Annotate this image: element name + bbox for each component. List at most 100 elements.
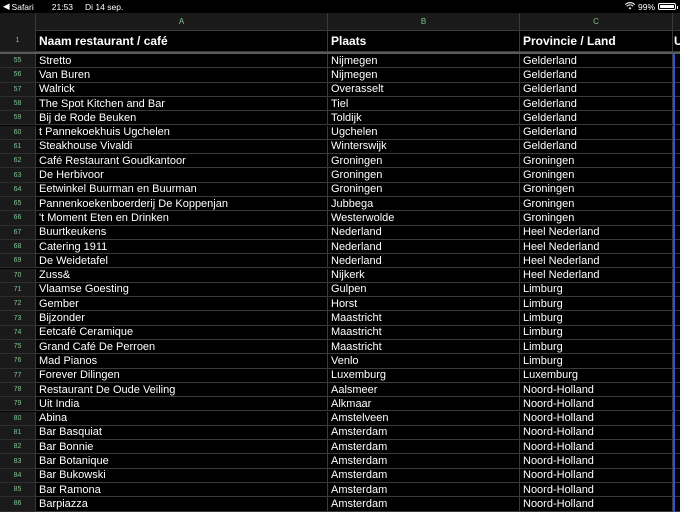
row-number[interactable]: 63 (0, 168, 36, 183)
header-cell-province[interactable]: Provincie / Land (520, 30, 673, 52)
cell-name[interactable]: Eetcafé Ceramique (36, 325, 328, 340)
cell-place[interactable]: Nijmegen (328, 68, 520, 83)
cell-province[interactable]: Limburg (520, 354, 673, 369)
cell-place[interactable]: Gulpen (328, 282, 520, 298)
cell-name[interactable]: Walrick (36, 82, 328, 97)
cell-place[interactable]: Amsterdam (328, 454, 520, 469)
row-number[interactable]: 71 (0, 282, 36, 298)
row-number[interactable]: 72 (0, 297, 36, 312)
row-number[interactable]: 1 (0, 30, 36, 52)
cell-name[interactable]: Stretto (36, 54, 328, 69)
cell-province[interactable]: Groningen (520, 168, 673, 183)
row-number[interactable]: 69 (0, 254, 36, 269)
cell-name[interactable]: Eetwinkel Buurman en Buurman (36, 182, 328, 197)
row-number[interactable]: 60 (0, 125, 36, 140)
row-number[interactable]: 66 (0, 211, 36, 226)
cell-name[interactable]: Gember (36, 297, 328, 312)
cell-province[interactable]: Noord-Holland (520, 497, 673, 512)
cell-place[interactable]: Groningen (328, 182, 520, 197)
cell-province[interactable]: Noord-Holland (520, 440, 673, 455)
cell-name[interactable]: Bar Bukowski (36, 468, 328, 483)
cell-name[interactable]: Zuss& (36, 268, 328, 283)
cell-province[interactable]: Gelderland (520, 82, 673, 97)
cell-province[interactable]: Noord-Holland (520, 454, 673, 469)
back-to-safari[interactable]: ◀ Safari (3, 1, 34, 12)
column-header-a[interactable]: A (36, 13, 328, 30)
cell-place[interactable]: Nijkerk (328, 268, 520, 283)
row-number[interactable]: 59 (0, 111, 36, 126)
cell-province[interactable]: Gelderland (520, 68, 673, 83)
row-number[interactable]: 79 (0, 397, 36, 412)
cell-place[interactable]: Nederland (328, 254, 520, 269)
row-number[interactable]: 78 (0, 382, 36, 398)
cell-place[interactable]: Amsterdam (328, 468, 520, 483)
cell-province[interactable]: Groningen (520, 211, 673, 226)
cell-province[interactable]: Groningen (520, 182, 673, 197)
cell-province[interactable]: Gelderland (520, 139, 673, 155)
cell-place[interactable]: Venlo (328, 354, 520, 369)
cell-place[interactable]: Alkmaar (328, 397, 520, 412)
cell-province[interactable]: Gelderland (520, 125, 673, 140)
cell-place[interactable]: Toldijk (328, 111, 520, 126)
column-header-c[interactable]: C (520, 13, 673, 30)
cell-place[interactable]: Amsterdam (328, 425, 520, 441)
cell-province[interactable]: Luxemburg (520, 368, 673, 383)
cell-province[interactable]: Limburg (520, 340, 673, 355)
cell-place[interactable]: Jubbega (328, 197, 520, 212)
cell-province[interactable]: Limburg (520, 325, 673, 340)
cell-place[interactable]: Westerwolde (328, 211, 520, 226)
row-number[interactable]: 64 (0, 182, 36, 197)
cell-name[interactable]: Bar Basquiat (36, 425, 328, 441)
cell-province[interactable]: Heel Nederland (520, 268, 673, 283)
row-number[interactable]: 62 (0, 154, 36, 169)
cell-province[interactable]: Heel Nederland (520, 239, 673, 255)
select-all-corner[interactable] (0, 13, 36, 30)
cell-province[interactable]: Gelderland (520, 54, 673, 69)
cell-name[interactable]: Restaurant De Oude Veiling (36, 382, 328, 398)
cell-name[interactable]: Uit India (36, 397, 328, 412)
cell-name[interactable]: Pannenkoekenboerderij De Koppenjan (36, 197, 328, 212)
header-cell-place[interactable]: Plaats (328, 30, 520, 52)
cell-name[interactable]: Forever Dilingen (36, 368, 328, 383)
cell-name[interactable]: Bar Ramona (36, 483, 328, 498)
cell-place[interactable]: Maastricht (328, 340, 520, 355)
cell-place[interactable]: Maastricht (328, 325, 520, 340)
cell-name[interactable]: Buurtkeukens (36, 225, 328, 240)
cell-province[interactable]: Gelderland (520, 111, 673, 126)
row-number[interactable]: 77 (0, 368, 36, 383)
cell-province[interactable]: Noord-Holland (520, 411, 673, 426)
cell-province[interactable]: Noord-Holland (520, 425, 673, 441)
cell-province[interactable]: Heel Nederland (520, 225, 673, 240)
cell-province[interactable]: Noord-Holland (520, 468, 673, 483)
cell-province[interactable]: Groningen (520, 154, 673, 169)
cell-place[interactable]: Groningen (328, 154, 520, 169)
cell-province[interactable]: Noord-Holland (520, 483, 673, 498)
cell-name[interactable]: De Weidetafel (36, 254, 328, 269)
row-number[interactable]: 83 (0, 454, 36, 469)
cell-place[interactable]: Horst (328, 297, 520, 312)
row-number[interactable]: 80 (0, 411, 36, 426)
row-number[interactable]: 61 (0, 139, 36, 155)
row-number[interactable]: 74 (0, 325, 36, 340)
cell-province[interactable]: Heel Nederland (520, 254, 673, 269)
cell-province[interactable]: Gelderland (520, 96, 673, 112)
cell-name[interactable]: Steakhouse Vivaldi (36, 139, 328, 155)
cell-name[interactable]: The Spot Kitchen and Bar (36, 96, 328, 112)
row-number[interactable]: 75 (0, 340, 36, 355)
column-header-b[interactable]: B (328, 13, 520, 30)
cell-place[interactable]: Nederland (328, 239, 520, 255)
cell-place[interactable]: Amsterdam (328, 440, 520, 455)
cell-place[interactable]: Tiel (328, 96, 520, 112)
cell-place[interactable]: Groningen (328, 168, 520, 183)
row-number[interactable]: 55 (0, 54, 36, 69)
cell-name[interactable]: Bar Botanique (36, 454, 328, 469)
cell-place[interactable]: Amsterdam (328, 497, 520, 512)
cell-place[interactable]: Aalsmeer (328, 382, 520, 398)
cell-place[interactable]: Nijmegen (328, 54, 520, 69)
column-header-d[interactable] (673, 13, 680, 30)
row-number[interactable]: 86 (0, 497, 36, 512)
cell-place[interactable]: Luxemburg (328, 368, 520, 383)
cell-province[interactable]: Limburg (520, 297, 673, 312)
cell-name[interactable]: Barpiazza (36, 497, 328, 512)
cell-province[interactable]: Noord-Holland (520, 382, 673, 398)
